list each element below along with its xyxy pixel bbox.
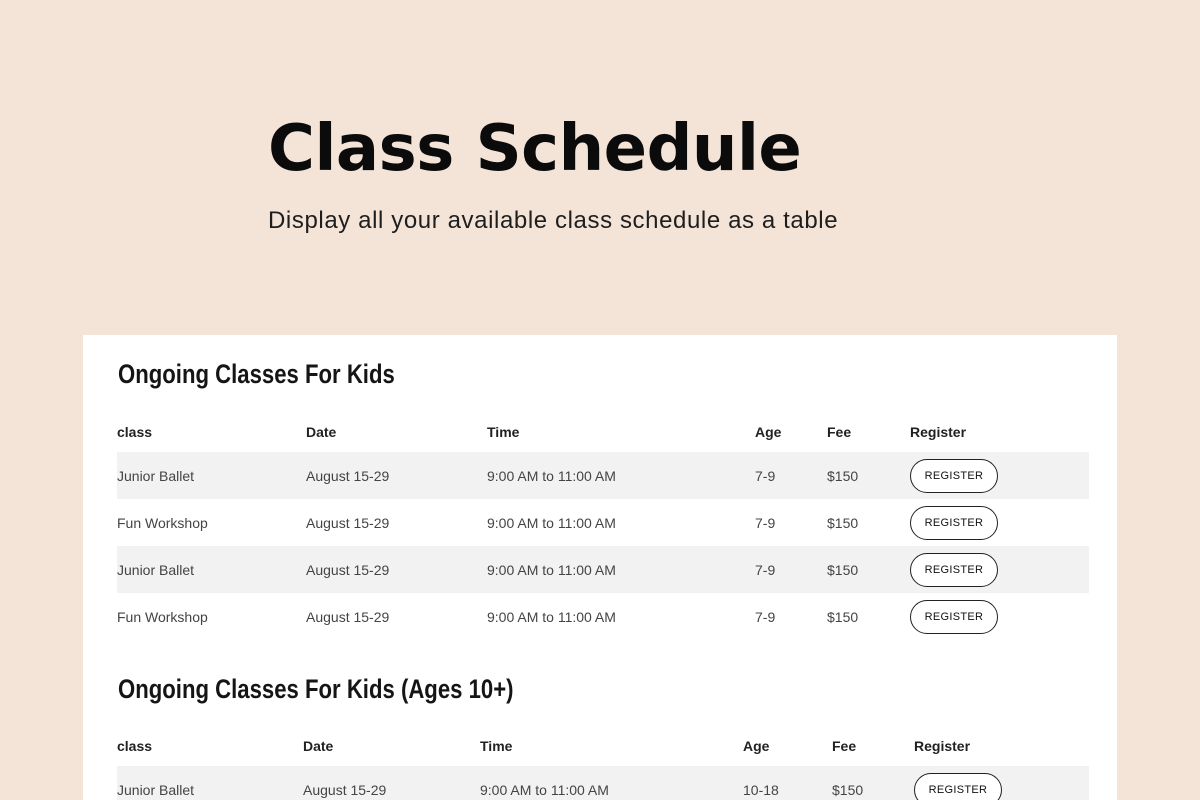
table-row: Junior Ballet August 15-29 9:00 AM to 11… xyxy=(117,766,1089,800)
header-time: Time xyxy=(480,738,513,754)
register-button[interactable]: REGISTER xyxy=(910,505,998,540)
header-date: Date xyxy=(303,738,334,754)
cell-class: Junior Ballet xyxy=(117,561,195,578)
header-fee: Fee xyxy=(827,424,852,440)
register-button[interactable]: REGISTER xyxy=(910,552,998,587)
cell-class: Junior Ballet xyxy=(117,781,195,798)
header-age: Age xyxy=(755,424,782,440)
cell-date: August 15-29 xyxy=(303,781,387,798)
schedule-table-kids: class Date Time Age Fee Register Junior … xyxy=(117,412,1089,640)
table-row: Junior Ballet August 15-29 9:00 AM to 11… xyxy=(117,452,1089,499)
cell-time: 9:00 AM to 11:00 AM xyxy=(487,467,616,484)
table-header-row: class Date Time Age Fee Register xyxy=(117,726,1089,766)
header-class: class xyxy=(117,738,153,754)
register-button[interactable]: REGISTER xyxy=(910,458,998,493)
cell-class: Fun Workshop xyxy=(117,608,208,625)
cell-time: 9:00 AM to 11:00 AM xyxy=(487,561,616,578)
cell-time: 9:00 AM to 11:00 AM xyxy=(487,514,616,531)
section-title-kids: Ongoing Classes For Kids xyxy=(118,359,395,389)
cell-date: August 15-29 xyxy=(306,561,390,578)
schedule-table-kids-10plus: class Date Time Age Fee Register Junior … xyxy=(117,726,1089,800)
cell-age: 7-9 xyxy=(755,608,776,625)
header-age: Age xyxy=(743,738,770,754)
header-time: Time xyxy=(487,424,520,440)
cell-date: August 15-29 xyxy=(306,608,390,625)
table-header-row: class Date Time Age Fee Register xyxy=(117,412,1089,452)
table-row: Fun Workshop August 15-29 9:00 AM to 11:… xyxy=(117,593,1089,640)
table-row: Junior Ballet August 15-29 9:00 AM to 11… xyxy=(117,546,1089,593)
register-button[interactable]: REGISTER xyxy=(914,772,1002,800)
schedule-card: Ongoing Classes For Kids class Date Time… xyxy=(83,335,1117,800)
header-register: Register xyxy=(914,738,971,754)
cell-time: 9:00 AM to 11:00 AM xyxy=(480,781,609,798)
cell-fee: $150 xyxy=(827,467,859,484)
cell-fee: $150 xyxy=(827,608,859,625)
cell-time: 9:00 AM to 11:00 AM xyxy=(487,608,616,625)
cell-fee: $150 xyxy=(832,781,864,798)
header-fee: Fee xyxy=(832,738,857,754)
cell-fee: $150 xyxy=(827,561,859,578)
cell-date: August 15-29 xyxy=(306,514,390,531)
cell-fee: $150 xyxy=(827,514,859,531)
page-subtitle: Display all your available class schedul… xyxy=(268,207,839,234)
cell-class: Junior Ballet xyxy=(117,467,195,484)
header-class: class xyxy=(117,424,153,440)
section-title-kids-10plus: Ongoing Classes For Kids (Ages 10+) xyxy=(118,674,514,704)
table-row: Fun Workshop August 15-29 9:00 AM to 11:… xyxy=(117,499,1089,546)
header-date: Date xyxy=(306,424,337,440)
cell-age: 7-9 xyxy=(755,467,776,484)
cell-date: August 15-29 xyxy=(306,467,390,484)
cell-class: Fun Workshop xyxy=(117,514,208,531)
cell-age: 7-9 xyxy=(755,514,776,531)
header-register: Register xyxy=(910,424,967,440)
cell-age: 10-18 xyxy=(743,781,779,798)
cell-age: 7-9 xyxy=(755,561,776,578)
page-title: Class Schedule xyxy=(268,112,802,186)
register-button[interactable]: REGISTER xyxy=(910,599,998,634)
